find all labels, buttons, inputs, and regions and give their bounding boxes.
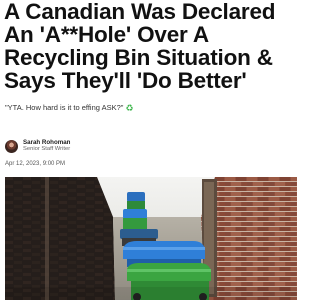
author-role: Senior Staff Writer	[23, 146, 71, 152]
alley-recycling-bins-photo	[5, 177, 297, 300]
author-byline[interactable]: Sarah Rohoman Senior Staff Writer	[5, 138, 70, 154]
recycle-icon: ♻	[125, 103, 134, 113]
publish-date: Apr 12, 2023, 9:00 PM	[5, 161, 66, 167]
dek-text: "YTA. How hard is it to effing ASK?"	[5, 103, 124, 112]
author-name[interactable]: Sarah Rohoman	[23, 139, 70, 146]
article-headline: A Canadian Was Declared An 'A**Hole' Ove…	[4, 0, 276, 93]
hero-image	[5, 177, 297, 300]
article-dek: "YTA. How hard is it to effing ASK?" ♻	[5, 103, 134, 114]
author-avatar[interactable]	[5, 139, 18, 153]
